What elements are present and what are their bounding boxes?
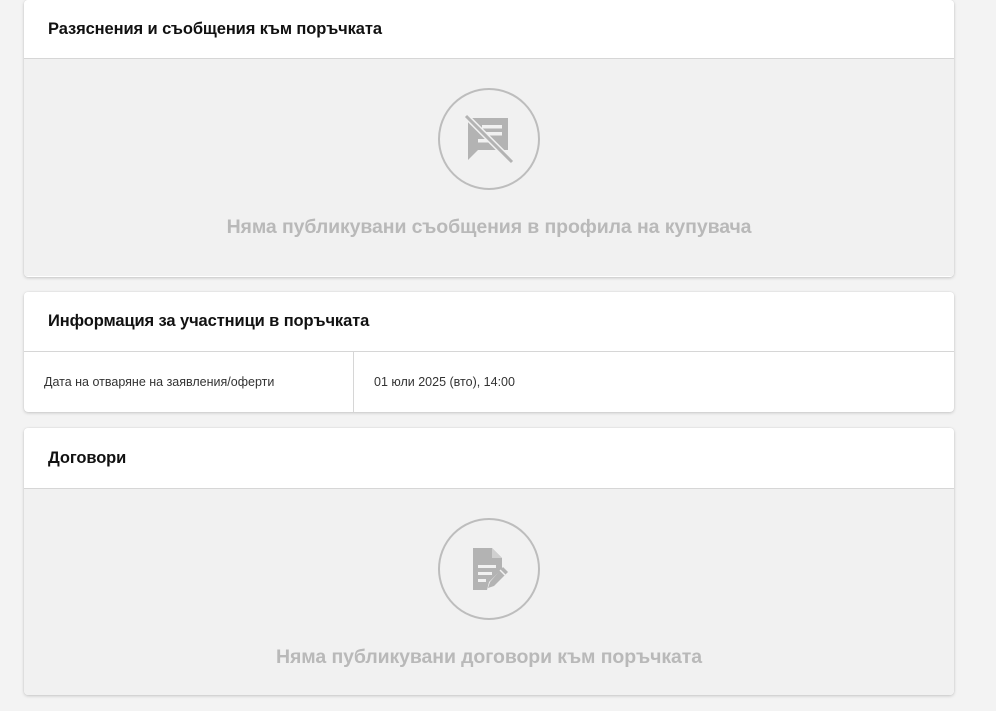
messages-empty-text: Няма публикувани съобщения в профила на … [226,216,752,238]
contracts-card-header: Договори [24,428,954,489]
document-edit-icon [473,548,508,590]
participants-card: Информация за участници в поръчката Дата… [24,292,954,412]
contracts-empty-text: Няма публикувани договори към поръчката [276,646,702,668]
info-row-label: Дата на отваряне на заявления/оферти [24,352,354,412]
contracts-empty-state: Няма публикувани договори към поръчката [24,489,954,695]
info-row-opening-date: Дата на отваряне на заявления/оферти 01 … [24,352,954,412]
no-messages-icon-circle [438,88,540,190]
messages-card-header: Разяснения и съобщения към поръчката [24,0,954,59]
page: Разяснения и съобщения към поръчката Ням… [0,0,996,711]
no-messages-icon [464,114,514,164]
document-edit-icon-circle [438,518,540,620]
messages-card: Разяснения и съобщения към поръчката Ням… [24,0,954,277]
participants-card-title: Информация за участници в поръчката [48,312,370,330]
participants-card-header: Информация за участници в поръчката [24,292,954,352]
messages-card-title: Разяснения и съобщения към поръчката [48,19,382,38]
messages-empty-state: Няма публикувани съобщения в профила на … [24,59,954,276]
contracts-card-title: Договори [48,448,127,467]
info-row-value: 01 юли 2025 (вто), 14:00 [374,375,515,389]
contracts-card: Договори Няма публикувани договори към п… [24,428,954,695]
